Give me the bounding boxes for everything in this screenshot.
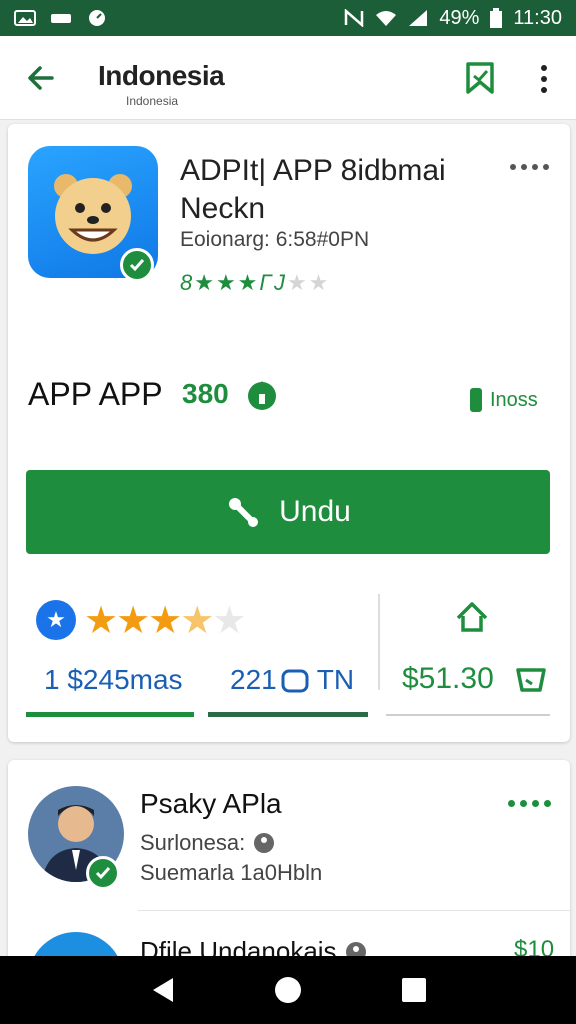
app-name: ADPIt| APP 8idbmai Neckn xyxy=(180,152,500,228)
person-subtitle-text: Surlonesa: xyxy=(140,830,246,855)
app-detail-card: ADPIt| APP 8idbmai Neckn Eoionarg: 6:58#… xyxy=(8,124,570,742)
info-icon xyxy=(254,833,275,853)
signal-icon xyxy=(409,10,428,26)
home-badge-icon xyxy=(248,381,276,410)
star-icon: ★ xyxy=(116,600,150,642)
star-icon: ★ xyxy=(84,600,118,642)
app-bar: Indonesia Indonesia xyxy=(0,36,576,120)
phone-icon xyxy=(470,388,482,412)
price: $51.30 xyxy=(402,662,494,695)
star-icon: ★ xyxy=(148,600,182,642)
clock: 11:30 xyxy=(513,6,562,29)
chat-icon xyxy=(281,669,309,693)
page-subtitle: Indonesia xyxy=(126,94,179,108)
star-half-icon: ★ xyxy=(180,600,214,642)
tab-indicator xyxy=(26,712,194,717)
more-vertical-icon[interactable] xyxy=(530,62,558,96)
rating-stars: ★★★★★ xyxy=(84,598,246,643)
star-badge-icon: ★ xyxy=(36,600,76,640)
person-detail: Suemarla 1a0Hbln xyxy=(140,860,323,885)
rating-stars-empty: ★★ xyxy=(286,270,331,295)
app-name-line1: ADPIt| APP 8idbmai xyxy=(180,154,446,187)
row-count: 380 xyxy=(182,378,229,409)
divider xyxy=(378,594,380,690)
arrow-left-icon[interactable] xyxy=(22,60,58,96)
home-circle-icon[interactable] xyxy=(274,976,302,1004)
back-triangle-icon[interactable] xyxy=(149,976,175,1004)
stat-count-suffix: TN xyxy=(316,664,355,695)
row-label: APP APP xyxy=(28,376,163,412)
battery-percent: 49% xyxy=(439,6,480,29)
star-empty-icon: ★ xyxy=(212,600,246,642)
verified-badge-icon xyxy=(120,248,154,282)
download-button[interactable]: Undu xyxy=(26,470,550,554)
more-horizontal-icon[interactable] xyxy=(508,800,551,807)
inoss-button[interactable]: Inoss xyxy=(468,386,538,414)
app-name-line2: Neckn xyxy=(180,192,266,225)
tab-indicator xyxy=(208,712,368,717)
stat-count-value: 221 xyxy=(230,664,277,695)
person-name[interactable]: Psaky APla xyxy=(140,788,282,820)
tab-indicator xyxy=(386,714,550,716)
home-icon[interactable] xyxy=(452,598,492,638)
speedometer-icon xyxy=(89,10,105,26)
no-sim-icon xyxy=(345,9,364,27)
wifi-icon xyxy=(376,11,397,26)
status-bar: 49% 11:30 xyxy=(0,0,576,36)
bookmark-icon[interactable] xyxy=(462,60,498,96)
bear-mascot-icon xyxy=(54,174,132,254)
battery-icon xyxy=(490,8,503,28)
people-card: Psaky APla Surlonesa: Suemarla 1a0Hbln D… xyxy=(8,760,570,1024)
verified-badge-icon xyxy=(86,856,120,890)
stat-downloads: 1 $245mas xyxy=(44,664,183,695)
recents-square-icon[interactable] xyxy=(401,977,427,1003)
inoss-label: Inoss xyxy=(490,388,538,411)
cart-icon[interactable] xyxy=(514,664,548,696)
download-label: Undu xyxy=(279,495,351,528)
system-nav-bar xyxy=(0,956,576,1024)
rating-stars-filled: 8★★★ΓJ xyxy=(180,270,287,295)
more-horizontal-icon[interactable] xyxy=(510,164,549,170)
page-title: Indonesia xyxy=(98,60,225,91)
app-rating: 8★★★ΓJ★★ xyxy=(180,270,330,296)
notification-icon xyxy=(51,14,71,23)
divider xyxy=(138,910,570,911)
app-developer: Eoionarg: 6:58#0PN xyxy=(180,228,370,251)
image-icon xyxy=(14,10,36,26)
person-subtitle: Surlonesa: xyxy=(140,830,275,856)
stats-section: ★ ★★★★★ 1 $245mas 221 TN $51.30 xyxy=(8,588,570,728)
download-icon xyxy=(229,498,259,527)
